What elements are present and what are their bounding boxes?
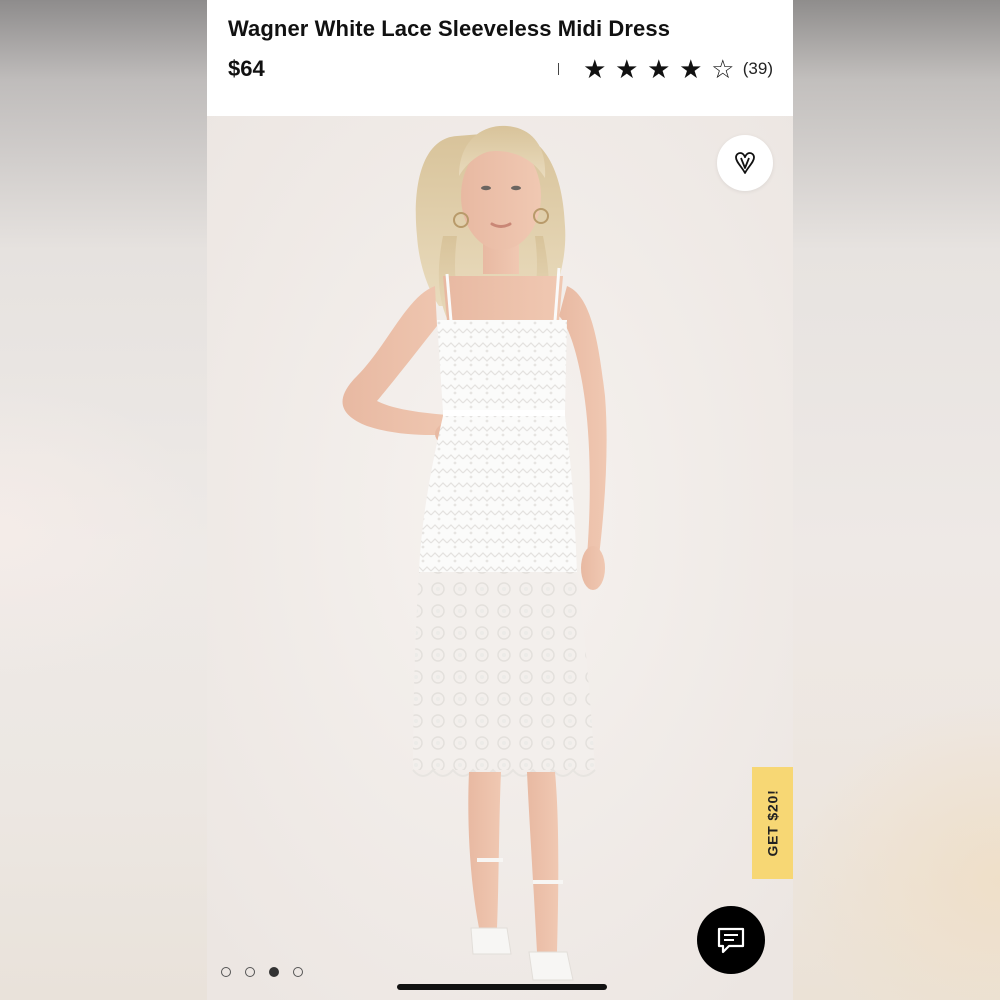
promo-label: GET $20!	[764, 789, 781, 857]
product-price: $64	[228, 56, 265, 81]
star-filled-icon: ★	[583, 54, 607, 84]
product-title: Wagner White Lace Sleeveless Midi Dress	[228, 16, 671, 41]
heart-v-icon	[735, 152, 755, 174]
home-indicator[interactable]	[397, 984, 607, 990]
carousel-dot[interactable]	[269, 967, 279, 977]
carousel-dots[interactable]	[221, 967, 303, 977]
product-header: Wagner White Lace Sleeveless Midi Dress …	[207, 0, 793, 116]
star-filled-icon: ★	[647, 54, 671, 84]
favorite-button[interactable]	[717, 135, 773, 191]
carousel-dot[interactable]	[293, 967, 303, 977]
product-rating[interactable]: ★ ★ ★ ★ ☆ (39)	[557, 55, 773, 83]
star-filled-icon: ★	[679, 54, 703, 84]
star-empty-icon: ☆	[711, 54, 735, 84]
carousel-dot[interactable]	[221, 967, 231, 977]
product-screen: Wagner White Lace Sleeveless Midi Dress …	[207, 0, 793, 1000]
star-filled-icon: ★	[615, 54, 639, 84]
chat-button[interactable]	[697, 906, 765, 974]
blurred-backdrop-left	[0, 0, 207, 1000]
rating-divider	[557, 63, 559, 75]
rating-stars: ★ ★ ★ ★ ☆	[579, 55, 739, 83]
model-in-dress-image	[207, 116, 793, 1000]
carousel-dot[interactable]	[245, 967, 255, 977]
chat-bubble-icon	[717, 927, 745, 954]
promo-tab[interactable]: GET $20!	[752, 767, 793, 879]
product-photo[interactable]	[207, 116, 793, 1000]
blurred-backdrop-right	[792, 0, 1000, 1000]
review-count[interactable]: (39)	[743, 59, 773, 79]
